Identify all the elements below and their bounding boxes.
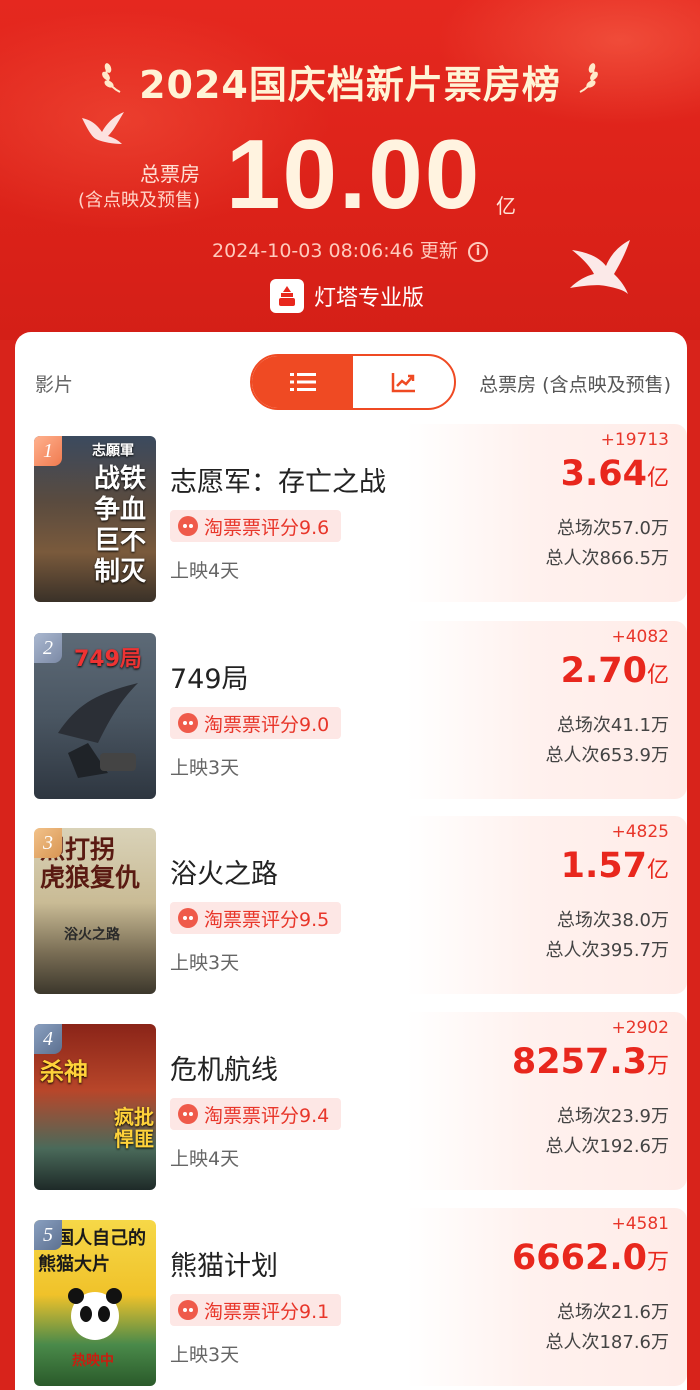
rank-badge: 4 xyxy=(34,1024,62,1054)
total-box-office-value: 10.00 xyxy=(226,119,482,229)
rating-badge: 淘票票评分9.0 xyxy=(170,707,342,739)
film-row[interactable]: 志願軍 战铁 争血 巨不 制灭 1 志愿军：存亡之战 淘票票评分9.6 上映4天… xyxy=(15,418,687,608)
info-icon[interactable]: i xyxy=(467,241,488,262)
dove-icon xyxy=(82,112,124,144)
total-shows: 总场次23.9万 xyxy=(556,1106,669,1127)
days-released: 上映4天 xyxy=(170,560,240,582)
chart-view-button[interactable] xyxy=(353,356,454,408)
total-shows: 总场次38.0万 xyxy=(556,910,669,931)
rank-badge: 1 xyxy=(34,436,62,466)
film-row[interactable]: 中国人自己的 熊猫大片 热映中 5 熊猫计划 淘票票评分9.1 上映3天 +45… xyxy=(15,1202,687,1390)
realtime-increment: +19713 xyxy=(600,430,669,450)
taopiaopiao-icon xyxy=(178,1104,198,1124)
header-banner: 2024国庆档新片票房榜 总票房 (含点映及预售) 10.00 亿 2024-1… xyxy=(0,0,700,340)
total-viewers: 总人次395.7万 xyxy=(545,940,669,961)
update-time-row[interactable]: 2024-10-03 08:06:46 更新 i xyxy=(0,236,700,263)
taopiaopiao-icon xyxy=(178,516,198,536)
film-column-header: 影片 xyxy=(35,374,74,396)
brand-row: 灯塔专业版 xyxy=(270,278,424,314)
taopiaopiao-icon xyxy=(178,908,198,928)
rating-badge: 淘票票评分9.1 xyxy=(170,1294,342,1326)
laurel-right-icon xyxy=(579,63,598,93)
ranking-panel: 影片 总票房 (含点映及预售) 志願軍 战铁 争血 巨不 制灭 1 志愿军：存亡… xyxy=(15,332,687,1390)
total-shows: 总场次57.0万 xyxy=(556,518,669,539)
film-gross: 1.57亿 xyxy=(560,846,669,886)
film-title: 熊猫计划 xyxy=(170,1251,278,1282)
film-gross: 8257.3万 xyxy=(511,1042,669,1082)
total-viewers: 总人次653.9万 xyxy=(545,745,669,766)
list-view-button[interactable] xyxy=(252,356,353,408)
taopiaopiao-icon xyxy=(178,713,198,733)
total-viewers: 总人次866.5万 xyxy=(545,548,669,569)
film-title: 749局 xyxy=(170,664,249,695)
update-time: 2024-10-03 08:06:46 更新 xyxy=(212,240,458,262)
film-row[interactable]: 749局 2 749局 淘票票评分9.0 上映3天 +4082 2.70亿 总场… xyxy=(15,615,687,805)
total-box-office-label: 总票房 xyxy=(140,162,200,186)
days-released: 上映4天 xyxy=(170,1148,240,1170)
rank-badge: 2 xyxy=(34,633,62,663)
rating-badge: 淘票票评分9.6 xyxy=(170,510,342,542)
realtime-increment: +4082 xyxy=(611,627,669,647)
rank-badge: 3 xyxy=(34,828,62,858)
film-gross: 3.64亿 xyxy=(560,454,669,494)
film-row[interactable]: 烈打拐 虎狼复仇 浴火之路 3 浴火之路 淘票票评分9.5 上映3天 +4825… xyxy=(15,810,687,1000)
box-office-column-header: 总票房 (含点映及预售) xyxy=(479,374,671,396)
total-shows: 总场次41.1万 xyxy=(556,715,669,736)
film-title: 浴火之路 xyxy=(170,859,278,890)
rank-badge: 5 xyxy=(34,1220,62,1250)
film-title: 危机航线 xyxy=(170,1055,278,1086)
taopiaopiao-icon xyxy=(178,1300,198,1320)
days-released: 上映3天 xyxy=(170,1344,240,1366)
film-title: 志愿军：存亡之战 xyxy=(170,467,386,498)
film-row[interactable]: 杀神 疯批 悍匪 4 危机航线 淘票票评分9.4 上映4天 +2902 8257… xyxy=(15,1006,687,1196)
realtime-increment: +4825 xyxy=(611,822,669,842)
dengta-logo-icon xyxy=(270,279,304,313)
film-gross: 6662.0万 xyxy=(511,1238,669,1278)
days-released: 上映3天 xyxy=(170,757,240,779)
view-toggle[interactable] xyxy=(250,354,456,410)
total-viewers: 总人次192.6万 xyxy=(545,1136,669,1157)
film-gross: 2.70亿 xyxy=(560,651,669,691)
days-released: 上映3天 xyxy=(170,952,240,974)
list-icon xyxy=(289,373,316,391)
total-shows: 总场次21.6万 xyxy=(556,1302,669,1323)
realtime-increment: +2902 xyxy=(611,1018,669,1038)
trend-chart-icon xyxy=(391,373,415,393)
brand-name: 灯塔专业版 xyxy=(314,286,425,311)
total-box-office-unit: 亿 xyxy=(496,194,516,218)
rating-badge: 淘票票评分9.4 xyxy=(170,1098,342,1130)
realtime-increment: +4581 xyxy=(611,1214,669,1234)
total-viewers: 总人次187.6万 xyxy=(545,1332,669,1353)
rating-badge: 淘票票评分9.5 xyxy=(170,902,342,934)
total-box-office-sublabel: (含点映及预售) xyxy=(77,190,200,211)
